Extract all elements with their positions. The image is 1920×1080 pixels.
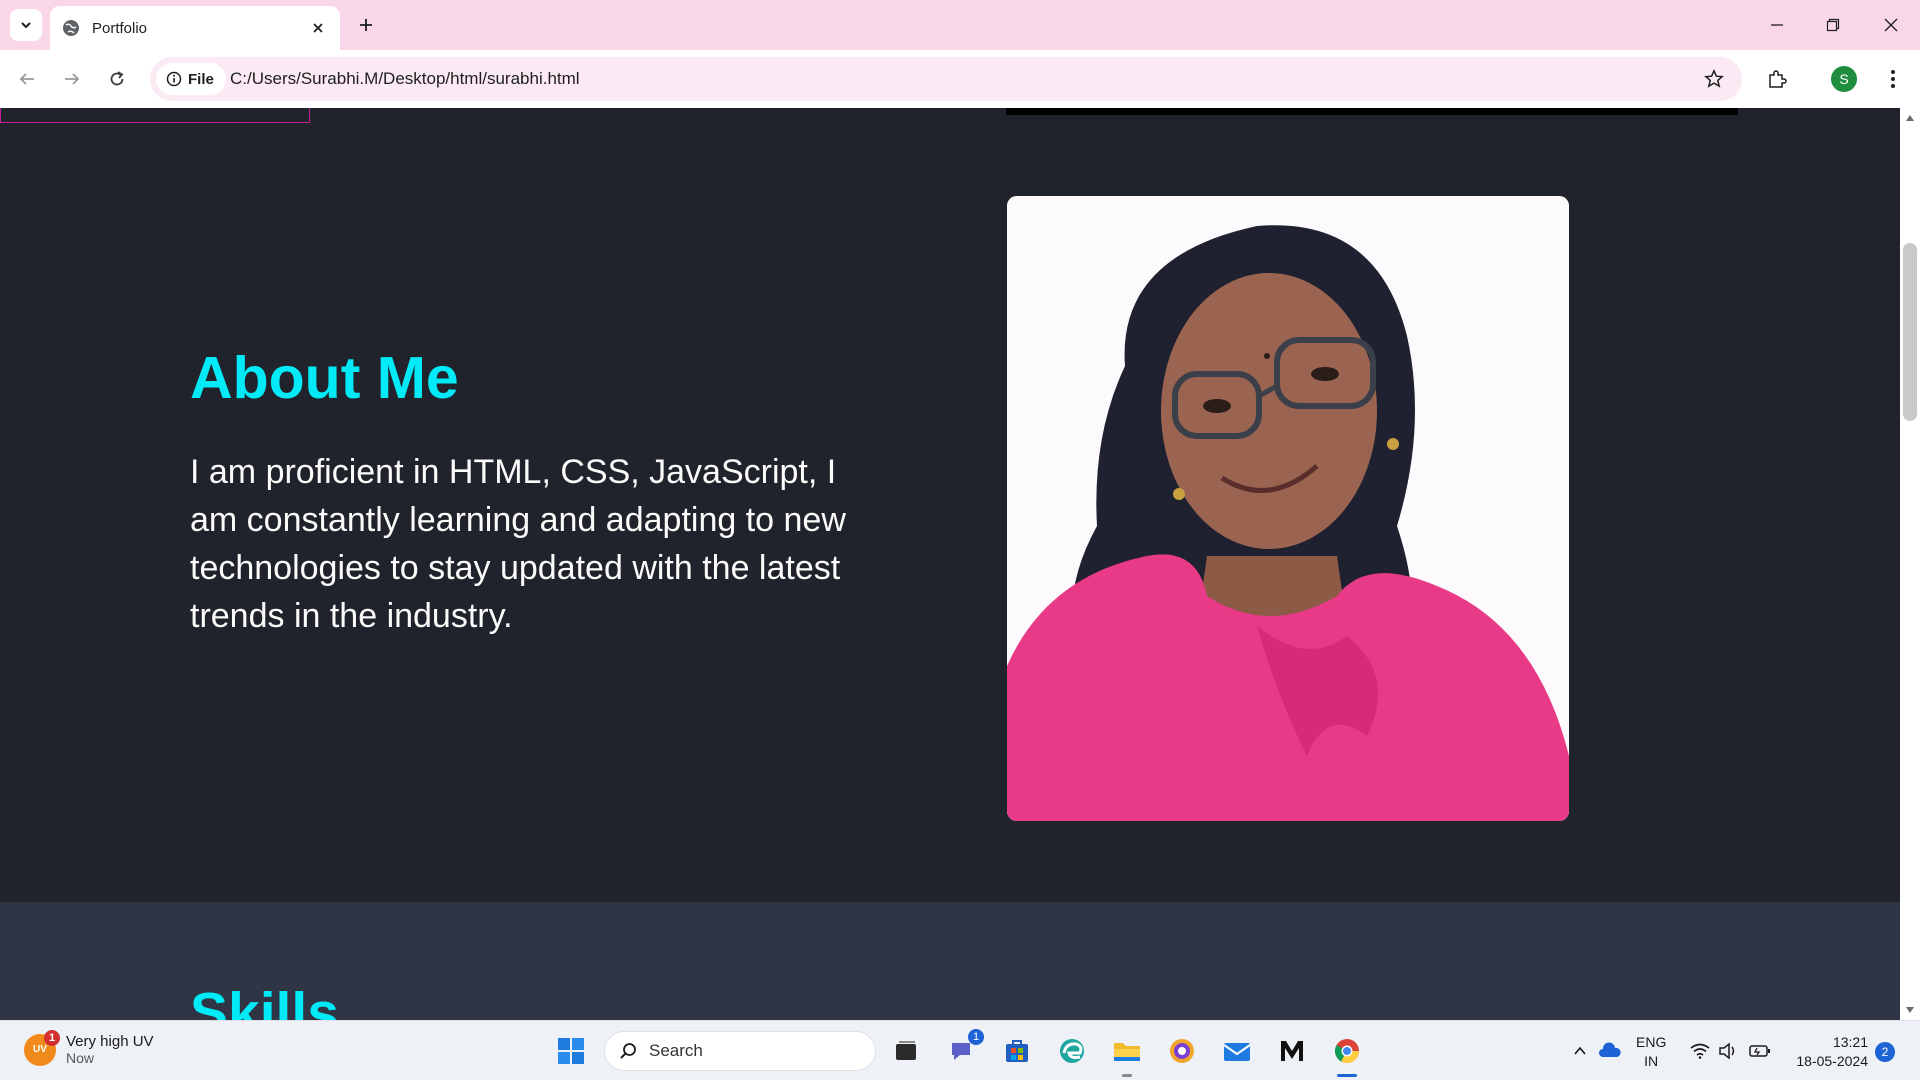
skills-heading: Skills xyxy=(190,981,339,1020)
language-indicator[interactable]: ENG IN xyxy=(1636,1033,1666,1071)
shield-icon xyxy=(1170,1039,1194,1063)
teams-badge: 1 xyxy=(968,1029,984,1045)
store-icon xyxy=(1006,1040,1028,1062)
browser-toolbar: File C:/Users/Surabhi.M/Desktop/html/sur… xyxy=(0,50,1920,108)
triangle-up-icon xyxy=(1906,115,1914,121)
more-vertical-icon xyxy=(1891,70,1895,88)
arrow-left-icon xyxy=(19,73,34,85)
start-button[interactable] xyxy=(551,1031,591,1071)
file-explorer-button[interactable] xyxy=(1107,1031,1147,1077)
show-hidden-icons-button[interactable] xyxy=(1568,1039,1592,1063)
site-chip-label: File xyxy=(188,70,214,88)
browser-titlebar: Portfolio xyxy=(0,0,1920,50)
profile-photo xyxy=(1007,196,1569,821)
extensions-button[interactable] xyxy=(1760,62,1794,96)
search-label: Search xyxy=(649,1041,703,1060)
onedrive-button[interactable] xyxy=(1598,1039,1622,1063)
chevron-down-icon xyxy=(21,22,31,29)
restore-button[interactable] xyxy=(1818,10,1848,40)
minimize-icon xyxy=(1771,24,1783,26)
speaker-icon xyxy=(1719,1042,1735,1060)
folder-icon xyxy=(1114,1043,1140,1061)
restore-icon xyxy=(1826,18,1840,32)
volume-button[interactable] xyxy=(1716,1039,1740,1063)
globe-icon xyxy=(62,19,80,37)
weather-badge: 1 xyxy=(44,1029,60,1046)
weather-subtitle: Now xyxy=(66,1050,95,1066)
page-viewport: About Me I am proficient in HTML, CSS, J… xyxy=(0,108,1900,1020)
scroll-up-arrow[interactable] xyxy=(1904,112,1916,124)
weather-widget[interactable]: UV 1 Very high UV Now xyxy=(24,1029,154,1066)
teams-chat-button[interactable]: 1 xyxy=(942,1029,984,1071)
minimize-button[interactable] xyxy=(1762,10,1792,40)
taskbar-search[interactable]: Search xyxy=(604,1031,876,1071)
clock-date: 18-05-2024 xyxy=(1796,1053,1868,1069)
app-m-button[interactable] xyxy=(1272,1031,1312,1071)
cloud-icon xyxy=(1599,1042,1621,1057)
active-indicator xyxy=(1337,1074,1357,1077)
edge-icon xyxy=(1060,1039,1084,1063)
close-icon xyxy=(1884,18,1898,32)
close-icon[interactable] xyxy=(308,18,328,38)
active-indicator xyxy=(1122,1074,1132,1077)
about-text: I am proficient in HTML, CSS, JavaScript… xyxy=(190,453,846,635)
mail-icon xyxy=(1223,1043,1251,1061)
mail-button[interactable] xyxy=(1217,1031,1257,1071)
forward-button[interactable] xyxy=(55,62,89,96)
task-view-button[interactable] xyxy=(886,1031,926,1071)
about-heading: About Me xyxy=(190,345,459,411)
profile-avatar[interactable]: S xyxy=(1831,66,1857,92)
tab-search-button[interactable] xyxy=(10,9,42,41)
clock-time: 13:21 xyxy=(1832,1034,1868,1050)
scroll-down-arrow[interactable] xyxy=(1904,1004,1916,1016)
back-button[interactable] xyxy=(10,62,44,96)
puzzle-icon xyxy=(1769,70,1787,88)
edge-button[interactable] xyxy=(1052,1031,1092,1071)
scrollbar-thumb[interactable] xyxy=(1903,243,1917,421)
windows-logo-icon xyxy=(558,1038,584,1064)
notification-badge[interactable]: 2 xyxy=(1875,1042,1895,1062)
plus-icon xyxy=(360,19,372,31)
taskbar-clock[interactable]: 13:21 18-05-2024 xyxy=(1788,1033,1868,1071)
reload-icon xyxy=(110,71,124,86)
arrow-right-icon xyxy=(65,73,80,85)
url-text[interactable]: C:/Users/Surabhi.M/Desktop/html/surabhi.… xyxy=(230,69,580,89)
reload-button[interactable] xyxy=(100,62,134,96)
close-window-button[interactable] xyxy=(1876,10,1906,40)
wifi-icon xyxy=(1690,1043,1710,1059)
menu-button[interactable] xyxy=(1876,62,1910,96)
task-view-icon xyxy=(896,1041,916,1060)
star-icon xyxy=(1704,69,1724,88)
uv-label: UV xyxy=(33,1044,47,1055)
battery-button[interactable] xyxy=(1748,1039,1772,1063)
battery-icon xyxy=(1749,1045,1770,1057)
wifi-button[interactable] xyxy=(1688,1039,1712,1063)
language-line1: ENG xyxy=(1636,1034,1667,1050)
browser-tab-portfolio[interactable]: Portfolio xyxy=(50,6,340,50)
weather-title: Very high UV xyxy=(66,1033,154,1050)
uv-sun-icon: UV 1 xyxy=(24,1029,60,1066)
chrome-icon xyxy=(1334,1039,1359,1064)
m-logo-icon xyxy=(1281,1041,1303,1061)
page-scrollbar[interactable] xyxy=(1900,108,1920,1020)
store-button[interactable] xyxy=(997,1031,1037,1071)
vpn-app-button[interactable] xyxy=(1162,1031,1202,1071)
new-tab-button[interactable] xyxy=(354,13,378,37)
chevron-up-icon xyxy=(1574,1046,1586,1055)
navbar-edge xyxy=(0,108,310,123)
language-line2: IN xyxy=(1644,1053,1659,1069)
tab-title: Portfolio xyxy=(92,19,148,37)
windows-taskbar: UV 1 Very high UV Now Search 1 ENG IN 13… xyxy=(0,1020,1920,1080)
info-icon xyxy=(166,71,182,87)
bookmark-star-button[interactable] xyxy=(1702,67,1726,91)
address-bar[interactable]: File C:/Users/Surabhi.M/Desktop/html/sur… xyxy=(150,57,1742,101)
triangle-down-icon xyxy=(1906,1007,1914,1013)
search-icon xyxy=(620,1043,636,1059)
header-bar-edge xyxy=(1006,108,1738,115)
site-info-chip[interactable]: File xyxy=(156,63,226,95)
chrome-button[interactable] xyxy=(1327,1031,1367,1077)
